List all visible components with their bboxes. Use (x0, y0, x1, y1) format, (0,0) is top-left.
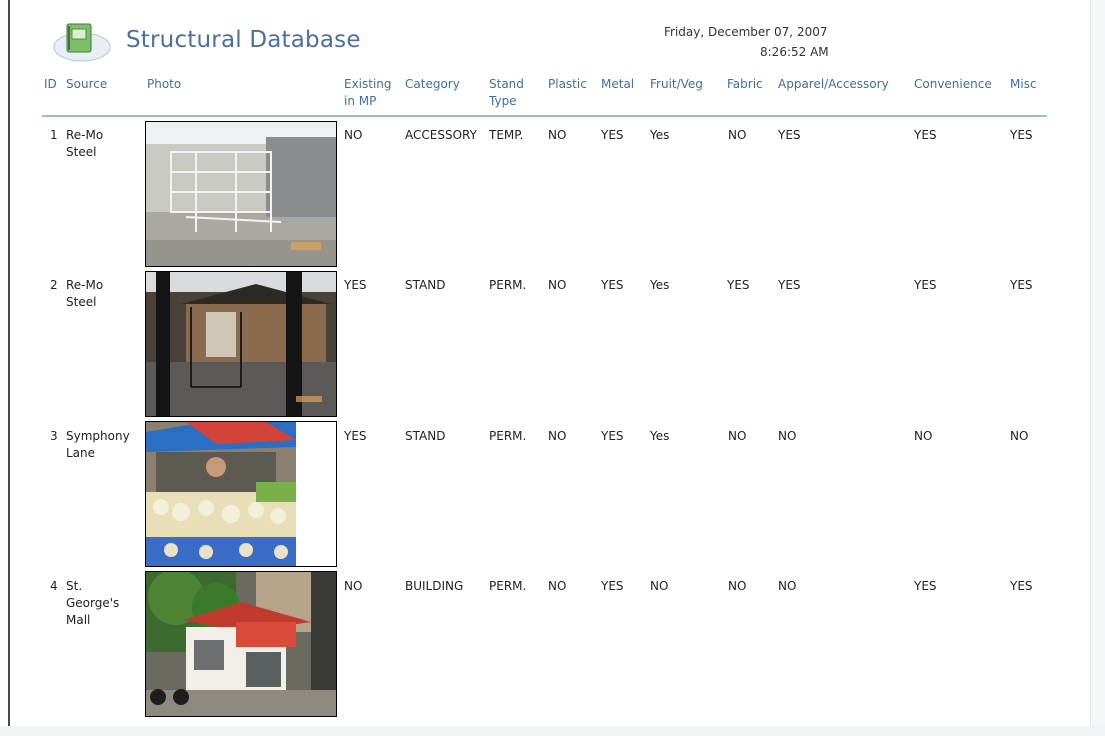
row-id: 1 (50, 128, 58, 142)
row-fruit-veg: NO (650, 579, 669, 593)
row-plastic: NO (548, 579, 567, 593)
report-notebook-icon (52, 20, 112, 64)
row-existing: YES (344, 429, 367, 443)
report-time: 8:26:52 AM (760, 45, 829, 59)
row-metal: YES (601, 128, 624, 142)
row-stand-type: PERM. (489, 429, 527, 443)
column-header-stand-type-line1: Stand (489, 77, 524, 91)
row-misc: NO (1010, 429, 1029, 443)
report-title: Structural Database (126, 27, 361, 53)
row-fruit-veg: Yes (650, 278, 670, 292)
row-category: BUILDING (405, 579, 464, 593)
page-right-margin (1090, 0, 1105, 736)
row-misc: YES (1010, 128, 1033, 142)
row-source-line: Lane (66, 446, 96, 460)
row-fabric: NO (728, 429, 747, 443)
column-header-source: Source (66, 77, 108, 91)
row-apparel: NO (778, 429, 797, 443)
row-misc: YES (1010, 278, 1033, 292)
column-header-stand-type-line2: Type (489, 94, 517, 108)
row-source: St. George's Mall (66, 578, 119, 629)
page-bottom-margin (0, 726, 1105, 736)
column-header-category: Category (405, 77, 460, 91)
row-id: 3 (50, 429, 58, 443)
row-fabric: NO (728, 128, 747, 142)
row-convenience: YES (914, 128, 937, 142)
column-header-plastic: Plastic (548, 77, 587, 91)
row-metal: YES (601, 429, 624, 443)
column-header-metal: Metal (601, 77, 635, 91)
row-source-line: Symphony (66, 429, 130, 443)
row-apparel: YES (778, 128, 801, 142)
report-date: Friday, December 07, 2007 (664, 25, 828, 39)
market-produce-stall-photo (145, 421, 337, 567)
row-convenience: YES (914, 278, 937, 292)
column-header-apparel: Apparel/Accessory (778, 77, 889, 91)
row-source: Re-Mo Steel (66, 127, 103, 161)
row-stand-type: PERM. (489, 579, 527, 593)
row-source: Re-Mo Steel (66, 277, 103, 311)
column-header-photo: Photo (147, 77, 182, 91)
row-apparel: YES (778, 278, 801, 292)
row-fabric: NO (728, 579, 747, 593)
row-plastic: NO (548, 429, 567, 443)
row-apparel: NO (778, 579, 797, 593)
row-source-line: George's (66, 596, 120, 610)
row-metal: YES (601, 278, 624, 292)
column-header-existing: Existing in MP (344, 76, 392, 110)
row-source-line: Mall (66, 613, 91, 627)
column-header-id: ID (44, 77, 57, 91)
row-plastic: NO (548, 278, 567, 292)
row-source-line: Re-Mo (66, 128, 104, 142)
header-divider (42, 115, 1047, 117)
row-convenience: NO (914, 429, 933, 443)
row-id: 2 (50, 278, 58, 292)
row-category: STAND (405, 429, 446, 443)
column-header-stand-type: Stand Type (489, 76, 524, 110)
row-fruit-veg: Yes (650, 429, 670, 443)
page-left-border (8, 0, 10, 736)
row-stand-type: PERM. (489, 278, 527, 292)
kiosk-building-photo (145, 571, 337, 717)
row-source: Symphony Lane (66, 428, 130, 462)
column-header-existing-line2: in MP (344, 94, 377, 108)
row-source-line: Steel (66, 295, 97, 309)
steel-frame-stand-photo (145, 271, 337, 417)
row-category: STAND (405, 278, 446, 292)
row-fabric: YES (727, 278, 750, 292)
column-header-fruit-veg: Fruit/Veg (650, 77, 703, 91)
row-fruit-veg: Yes (650, 128, 670, 142)
row-existing: NO (344, 579, 363, 593)
row-source-line: St. (66, 579, 83, 593)
metal-display-racks-photo (145, 121, 337, 267)
row-stand-type: TEMP. (489, 128, 524, 142)
row-misc: YES (1010, 579, 1033, 593)
column-header-convenience: Convenience (914, 77, 992, 91)
row-source-line: Steel (66, 145, 97, 159)
column-header-existing-line1: Existing (344, 77, 392, 91)
column-header-misc: Misc (1010, 77, 1037, 91)
row-plastic: NO (548, 128, 567, 142)
row-metal: YES (601, 579, 624, 593)
row-existing: YES (344, 278, 367, 292)
row-category: ACCESSORY (405, 128, 477, 142)
row-source-line: Re-Mo (66, 278, 104, 292)
row-id: 4 (50, 579, 58, 593)
row-convenience: YES (914, 579, 937, 593)
column-header-fabric: Fabric (727, 77, 763, 91)
row-existing: NO (344, 128, 363, 142)
